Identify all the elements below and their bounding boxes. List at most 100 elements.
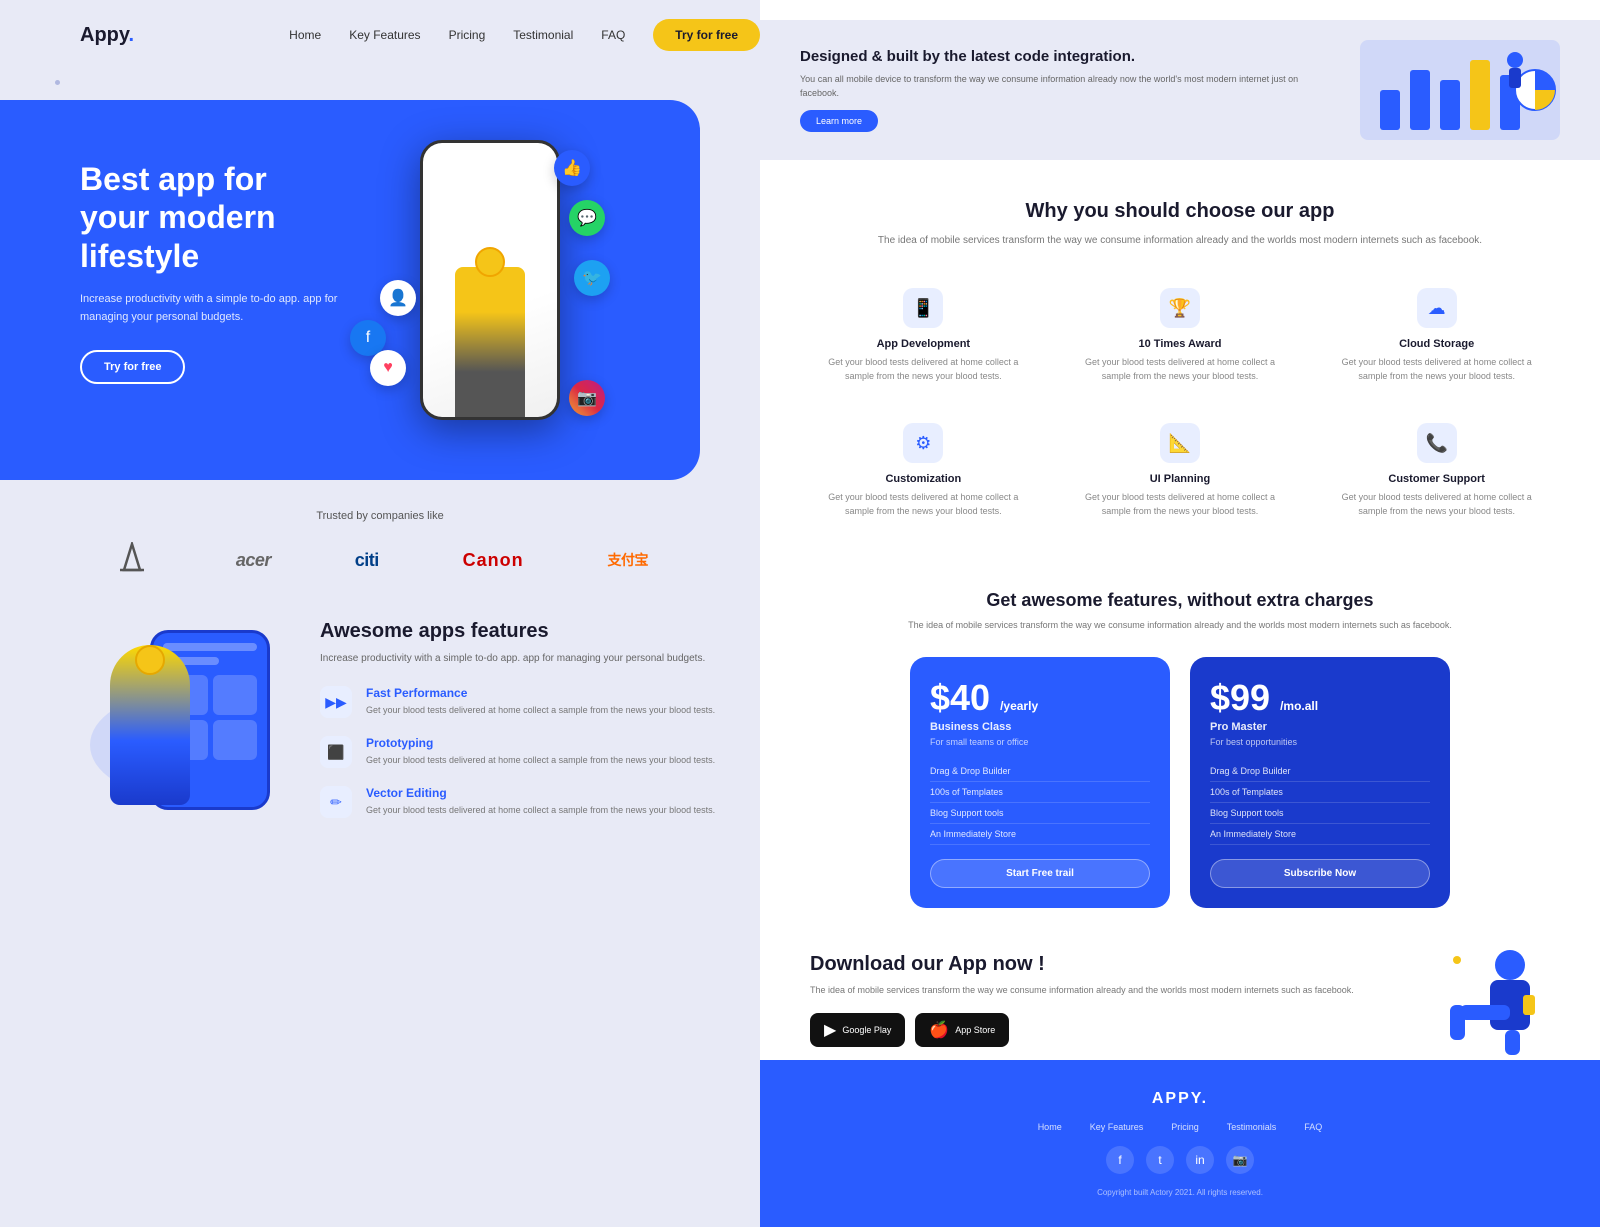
support-icon: 📞 xyxy=(1417,423,1457,463)
trusted-label: Trusted by companies like xyxy=(80,510,680,522)
footer-logo: APPY. xyxy=(810,1090,1550,1108)
float-twitter-icon: 🐦 xyxy=(574,260,610,296)
price-feat-1-0: Drag & Drop Builder xyxy=(1210,761,1430,782)
feat-card-1: 🏆 10 Times Award Get your blood tests de… xyxy=(1067,278,1294,393)
feat-card-0: 📱 App Development Get your blood tests d… xyxy=(810,278,1037,393)
social-icons: f t in 📷 xyxy=(810,1146,1550,1174)
feat-card-desc-0: Get your blood tests delivered at home c… xyxy=(820,356,1027,383)
pricing-description: The idea of mobile services transform th… xyxy=(810,619,1550,633)
features-desc: Increase productivity with a simple to-d… xyxy=(320,651,760,666)
feat-card-title-1: 10 Times Award xyxy=(1077,338,1284,350)
nav-home[interactable]: Home xyxy=(289,28,321,42)
price-card-0: $40 /yearly Business Class For small tea… xyxy=(910,657,1170,908)
trusted-section: Trusted by companies like acer citi Cano… xyxy=(80,510,680,578)
price-amount-0: $40 /yearly xyxy=(930,677,1150,719)
price-feat-1-1: 100s of Templates xyxy=(1210,782,1430,803)
app-store-button[interactable]: 🍎 App Store xyxy=(915,1013,1009,1047)
navbar: Appy. Home Key Features Pricing Testimon… xyxy=(80,0,760,70)
feature-item-text-2: Vector Editing Get your blood tests deli… xyxy=(366,786,715,818)
feature-desc-1: Get your blood tests delivered at home c… xyxy=(366,754,715,768)
code-text: Designed & built by the latest code inte… xyxy=(800,48,1330,132)
pricing-cards: $40 /yearly Business Class For small tea… xyxy=(810,657,1550,908)
main-nav: Home Key Features Pricing Testimonial FA… xyxy=(289,19,760,51)
nav-pricing[interactable]: Pricing xyxy=(449,28,486,42)
price-cta-1[interactable]: Subscribe Now xyxy=(1210,859,1430,888)
award-icon: 🏆 xyxy=(1160,288,1200,328)
phone-screen xyxy=(423,143,557,417)
price-feat-0-2: Blog Support tools xyxy=(930,803,1150,824)
feat-card-2: ☁ Cloud Storage Get your blood tests del… xyxy=(1323,278,1550,393)
download-person-svg xyxy=(1430,940,1550,1060)
phone-mockup xyxy=(420,140,560,420)
social-twitter[interactable]: t xyxy=(1146,1146,1174,1174)
float-instagram-icon: 📷 xyxy=(569,380,605,416)
nav-faq[interactable]: FAQ xyxy=(601,28,625,42)
cloud-icon: ☁ xyxy=(1417,288,1457,328)
app-store-icon: 🍎 xyxy=(929,1020,949,1040)
features-heading: Awesome apps features xyxy=(320,620,760,643)
feature-item-2: ✏ Vector Editing Get your blood tests de… xyxy=(320,786,760,818)
footer-nav-pricing[interactable]: Pricing xyxy=(1171,1122,1199,1132)
custom-icon: ⚙ xyxy=(903,423,943,463)
nav-try-button[interactable]: Try for free xyxy=(653,19,760,51)
vector-icon: ✏ xyxy=(320,786,352,818)
why-heading: Why you should choose our app xyxy=(810,200,1550,223)
float-heart-icon: ♥ xyxy=(370,350,406,386)
hero-section: Best app for your modern lifestyle Incre… xyxy=(0,100,700,480)
float-user-icon: 👤 xyxy=(380,280,416,316)
float-whatsapp-icon: 💬 xyxy=(569,200,605,236)
logo: Appy. xyxy=(80,24,134,47)
price-feat-0-3: An Immediately Store xyxy=(930,824,1150,845)
price-sub-0: For small teams or office xyxy=(930,737,1150,747)
nav-features[interactable]: Key Features xyxy=(349,28,420,42)
social-linkedin[interactable]: in xyxy=(1186,1146,1214,1174)
price-tier-1: Pro Master xyxy=(1210,721,1430,733)
feat-card-desc-4: Get your blood tests delivered at home c… xyxy=(1077,491,1284,518)
brand-adidas xyxy=(112,542,152,578)
price-tier-0: Business Class xyxy=(930,721,1150,733)
social-instagram[interactable]: 📷 xyxy=(1226,1146,1254,1174)
brand-alipay: 支付宝 xyxy=(608,550,649,570)
code-illustration xyxy=(1360,40,1560,140)
google-play-button[interactable]: ▶ Google Play xyxy=(810,1013,905,1047)
nav-testimonial[interactable]: Testimonial xyxy=(513,28,573,42)
hero-heading: Best app for your modern lifestyle xyxy=(80,160,340,275)
footer-copyright: Copyright built Actory 2021. All rights … xyxy=(810,1188,1550,1197)
feat-card-title-0: App Development xyxy=(820,338,1027,350)
app-dev-icon: 📱 xyxy=(903,288,943,328)
float-like-icon: 👍 xyxy=(554,150,590,186)
feature-title-1: Prototyping xyxy=(366,736,715,750)
price-amount-1: $99 /mo.all xyxy=(1210,677,1430,719)
google-play-label: Google Play xyxy=(842,1025,891,1035)
hero-cta-button[interactable]: Try for free xyxy=(80,350,185,384)
price-feat-0-0: Drag & Drop Builder xyxy=(930,761,1150,782)
code-description: You can all mobile device to transform t… xyxy=(800,73,1330,100)
footer-nav-features[interactable]: Key Features xyxy=(1090,1122,1144,1132)
why-section: Why you should choose our app The idea o… xyxy=(760,160,1600,548)
price-feat-1-2: Blog Support tools xyxy=(1210,803,1430,824)
social-facebook[interactable]: f xyxy=(1106,1146,1134,1174)
footer-nav-faq[interactable]: FAQ xyxy=(1304,1122,1322,1132)
features-section: Awesome apps features Increase productiv… xyxy=(80,620,760,836)
feat-card-3: ⚙ Customization Get your blood tests del… xyxy=(810,413,1037,528)
feature-title-2: Vector Editing xyxy=(366,786,715,800)
feature-item-0: ▶▶ Fast Performance Get your blood tests… xyxy=(320,686,760,718)
feat-card-5: 📞 Customer Support Get your blood tests … xyxy=(1323,413,1550,528)
code-learn-button[interactable]: Learn more xyxy=(800,110,878,132)
brand-citi: citi xyxy=(355,550,379,571)
footer-nav-testimonials[interactable]: Testimonials xyxy=(1227,1122,1277,1132)
app-store-label: App Store xyxy=(955,1025,995,1035)
price-cta-0[interactable]: Start Free trail xyxy=(930,859,1150,888)
feat-card-4: 📐 UI Planning Get your blood tests deliv… xyxy=(1067,413,1294,528)
price-feat-1-3: An Immediately Store xyxy=(1210,824,1430,845)
dot-grid-top: for(let i=0;i<40;i++) document.currentSc… xyxy=(55,80,151,85)
feat-card-title-5: Customer Support xyxy=(1333,473,1540,485)
prototyping-icon: ⬛ xyxy=(320,736,352,768)
app-buttons: ▶ Google Play 🍎 App Store xyxy=(810,1013,1400,1047)
feat-card-desc-5: Get your blood tests delivered at home c… xyxy=(1333,491,1540,518)
footer-nav-home[interactable]: Home xyxy=(1038,1122,1062,1132)
code-heading: Designed & built by the latest code inte… xyxy=(800,48,1330,65)
feature-desc-0: Get your blood tests delivered at home c… xyxy=(366,704,715,718)
feature-title-0: Fast Performance xyxy=(366,686,715,700)
phone-head xyxy=(475,247,505,277)
